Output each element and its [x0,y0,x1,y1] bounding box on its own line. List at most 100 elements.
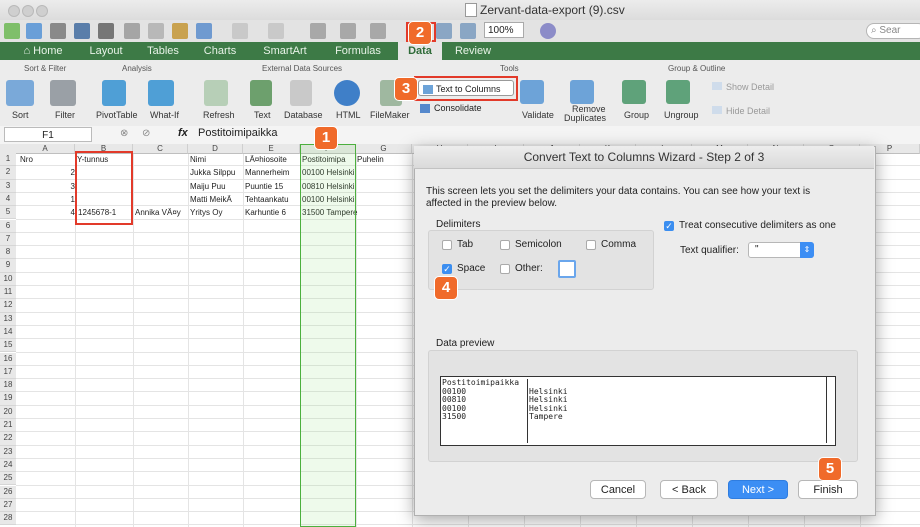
row-header-25[interactable]: 25 [0,472,16,486]
row-header-2[interactable]: 2 [0,166,16,180]
cell-e2[interactable]: Mannerheim [245,168,300,177]
close-window-button[interactable] [8,5,20,17]
zoom-window-button[interactable] [36,5,48,17]
cell-g1[interactable]: Puhelin [357,155,407,164]
cancel-button[interactable]: Cancel [590,480,646,499]
format-brush-icon[interactable] [196,23,212,39]
tab-tables[interactable]: Tables [138,42,188,60]
text-source-icon[interactable] [250,80,272,106]
comma-checkbox[interactable] [586,240,596,250]
row-header-16[interactable]: 16 [0,352,16,366]
cell-d4[interactable]: Matti MeikÃ [190,195,242,204]
cut-icon[interactable] [124,23,140,39]
other-checkbox[interactable] [500,264,510,274]
row-header-12[interactable]: 12 [0,299,16,313]
row-header-7[interactable]: 7 [0,232,16,247]
redo-icon[interactable] [268,23,284,39]
cell-e4[interactable]: Tehtaankatu [245,195,300,204]
row-header-11[interactable]: 11 [0,286,16,300]
tab-formulas[interactable]: Formulas [324,42,392,60]
whatif-icon[interactable] [148,80,174,106]
semicolon-checkbox[interactable] [500,240,510,250]
row-header-10[interactable]: 10 [0,272,16,286]
row-header-27[interactable]: 27 [0,498,16,513]
refresh-icon[interactable] [204,80,228,106]
autosum-icon[interactable] [310,23,326,39]
tab-charts[interactable]: Charts [194,42,246,60]
row-header-9[interactable]: 9 [0,259,16,273]
cell-e1[interactable]: LÃ¤hiosoite [245,155,300,164]
back-button[interactable]: < Back [660,480,718,499]
cell-a5[interactable]: 4 [20,208,75,217]
cell-a1[interactable]: Nro [20,155,70,164]
row-header-28[interactable]: 28 [0,512,16,526]
cell-d5[interactable]: Yritys Oy [190,208,242,217]
row-header-8[interactable]: 8 [0,246,16,260]
row-header-24[interactable]: 24 [0,458,16,473]
function-icon[interactable]: fx [178,127,188,139]
tab-home[interactable]: ⌂ Home [14,42,72,60]
cell-d3[interactable]: Maiju Puu [190,182,242,191]
cell-e3[interactable]: Puuntie 15 [245,182,300,191]
data-preview[interactable]: Postitoimipaikka 00100 00810 00100 31500… [440,376,836,446]
save-icon[interactable] [74,23,90,39]
consolidate-button[interactable]: Consolidate [420,103,482,114]
row-header-22[interactable]: 22 [0,432,16,446]
row-header-6[interactable]: 6 [0,219,16,233]
column-header-d[interactable]: D [188,144,243,154]
show-detail-button[interactable]: Show Detail [712,82,774,92]
column-header-a[interactable]: A [16,144,75,154]
cell-a2[interactable]: 2 [20,168,75,177]
cell-a4[interactable]: 1 [20,195,75,204]
cell-a3[interactable]: 3 [20,182,75,191]
next-button[interactable]: Next > [728,480,788,499]
row-header-26[interactable]: 26 [0,485,16,499]
consecutive-delimiters-checkbox[interactable]: ✓ [664,221,674,231]
row-header-18[interactable]: 18 [0,379,16,393]
column-header-c[interactable]: C [133,144,188,154]
row-header-19[interactable]: 19 [0,392,16,406]
tab-checkbox[interactable] [442,240,452,250]
cell-d2[interactable]: Jukka Silppu [190,168,242,177]
zoom-field[interactable]: 100% [484,22,524,38]
gallery-icon[interactable] [436,23,452,39]
hide-detail-button[interactable]: Hide Detail [712,106,770,116]
sort-az-icon[interactable] [6,80,34,106]
text-qualifier-select[interactable]: " ⇕ [748,242,814,258]
finish-button[interactable]: Finish [798,480,858,499]
row-header-21[interactable]: 21 [0,419,16,433]
templates-icon[interactable] [26,23,42,39]
sort-icon[interactable] [340,23,356,39]
cancel-formula-icon[interactable]: ⊗ [120,128,128,139]
tab-layout[interactable]: Layout [78,42,134,60]
undo-icon[interactable] [232,23,248,39]
row-header-3[interactable]: 3 [0,179,16,193]
cell-d1[interactable]: Nimi [190,155,242,164]
tab-smartart[interactable]: SmartArt [252,42,318,60]
row-header-1[interactable]: 1 [0,153,16,167]
formula-input[interactable]: Postitoimipaikka [198,127,277,139]
database-icon[interactable] [290,80,312,106]
print-icon[interactable] [98,23,114,39]
preview-scrollbar[interactable] [826,377,835,443]
row-header-5[interactable]: 5 [0,206,16,220]
toolbox-icon[interactable] [460,23,476,39]
row-header-20[interactable]: 20 [0,405,16,419]
row-header-13[interactable]: 13 [0,312,16,326]
pivottable-icon[interactable] [102,80,126,106]
group-icon[interactable] [622,80,646,104]
cell-e5[interactable]: Karhuntie 6 [245,208,300,217]
space-checkbox[interactable]: ✓ [442,264,452,274]
validate-icon[interactable] [520,80,544,104]
row-header-14[interactable]: 14 [0,325,16,340]
copy-icon[interactable] [148,23,164,39]
minimize-window-button[interactable] [22,5,34,17]
tab-review[interactable]: Review [446,42,500,60]
cell-c5[interactable]: Annika VÃ¤y [135,208,188,217]
remove-duplicates-icon[interactable] [570,80,594,104]
paste-icon[interactable] [172,23,188,39]
confirm-formula-icon[interactable]: ⊘ [142,128,150,139]
open-icon[interactable] [50,23,66,39]
filter-icon[interactable] [370,23,386,39]
column-header-g[interactable]: G [356,144,412,154]
